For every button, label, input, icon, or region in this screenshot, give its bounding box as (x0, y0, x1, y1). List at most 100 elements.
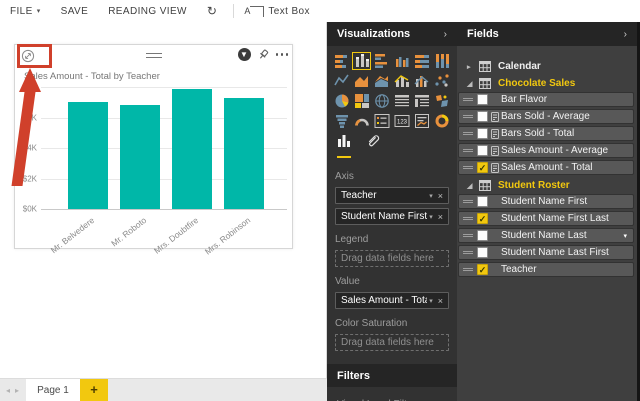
table-row-student-roster[interactable]: ◢Student Roster (457, 177, 637, 194)
field-checkbox[interactable] (477, 230, 488, 241)
drag-handle-icon[interactable] (463, 232, 473, 239)
line-stacked-column-chart-icon[interactable] (392, 72, 411, 90)
chevron-down-icon[interactable]: ▾ (429, 213, 433, 221)
field-row-bar-flavor[interactable]: Bar Flavor (458, 92, 634, 107)
scatter-chart-icon[interactable] (433, 72, 452, 90)
field-checkbox[interactable]: ✓ (477, 264, 488, 275)
drop-zone[interactable]: Drag data fields here (335, 334, 449, 351)
column-100-chart-icon[interactable] (433, 52, 452, 70)
stacked-bar-chart-icon[interactable] (332, 52, 351, 70)
drag-handle-icon[interactable] (463, 147, 473, 154)
remove-field-icon[interactable]: × (438, 191, 443, 201)
add-page-button[interactable]: + (80, 379, 108, 401)
field-checkbox[interactable] (477, 247, 488, 258)
tab-fields[interactable] (337, 134, 351, 158)
clustered-column-chart-icon[interactable] (392, 52, 411, 70)
drag-handle-icon[interactable] (463, 215, 473, 222)
more-options-icon[interactable] (276, 53, 289, 56)
gauge-chart-icon[interactable] (352, 112, 371, 130)
bar-Mrs. Robinson[interactable] (224, 98, 264, 209)
clustered-bar-chart-icon[interactable] (372, 52, 391, 70)
field-checkbox[interactable]: ✓ (477, 162, 488, 173)
chart-visual-card[interactable]: ▼ Sales Amount - Total by Teacher $0K$2K… (14, 44, 293, 249)
field-row-teacher[interactable]: ✓Teacher (458, 262, 634, 277)
drag-handle-icon[interactable] (463, 164, 473, 171)
drag-handle-icon[interactable] (463, 198, 473, 205)
funnel-chart-icon[interactable] (332, 112, 351, 130)
field-row-student-name-last[interactable]: Student Name Last▾ (458, 228, 634, 243)
drill-down-icon[interactable]: ▼ (238, 48, 251, 61)
text-box-button[interactable]: Text Box (240, 0, 320, 22)
refresh-button[interactable]: ↻ (197, 0, 227, 22)
file-menu[interactable]: FILE ▾ (0, 0, 51, 22)
drag-handle-icon[interactable] (463, 96, 473, 103)
line-chart-icon[interactable] (332, 72, 351, 90)
chevron-down-icon[interactable]: ▾ (429, 297, 433, 305)
drag-handle-icon[interactable] (463, 249, 473, 256)
field-row-bars-sold---average[interactable]: Bars Sold - Average (458, 109, 634, 124)
treemap-chart-icon[interactable] (352, 92, 371, 110)
multi-row-card-chart-icon[interactable] (372, 112, 391, 130)
y-axis-tick: $8K (23, 83, 37, 92)
bar-Mr. Belvedere[interactable] (68, 102, 108, 209)
drag-handle-icon[interactable] (463, 266, 473, 273)
area-chart-icon[interactable] (352, 72, 371, 90)
field-checkbox[interactable] (477, 128, 488, 139)
field-row-student-name-last-first[interactable]: Student Name Last First (458, 245, 634, 260)
tab-format[interactable] (365, 132, 381, 158)
expand-caret-icon[interactable]: ◢ (467, 80, 479, 88)
bar-Mrs. Doubtfire[interactable] (172, 89, 212, 209)
drop-zone[interactable]: Drag data fields here (335, 250, 449, 267)
table-row-chocolate-sales[interactable]: ◢Chocolate Sales (457, 75, 637, 92)
field-checkbox[interactable] (477, 145, 488, 156)
field-checkbox[interactable] (477, 196, 488, 207)
field-pill[interactable]: Teacher▾× (335, 187, 449, 204)
line-clustered-column-chart-icon[interactable] (413, 72, 432, 90)
field-checkbox[interactable] (477, 94, 488, 105)
field-dropdown-icon[interactable]: ▾ (623, 232, 627, 240)
field-row-bars-sold---total[interactable]: Bars Sold - Total (458, 126, 634, 141)
field-checkbox[interactable] (477, 111, 488, 122)
field-row-student-name-first-last[interactable]: ✓Student Name First Last (458, 211, 634, 226)
map-chart-icon[interactable] (372, 92, 391, 110)
collapse-caret-icon[interactable]: ▸ (467, 63, 479, 71)
matrix-chart-icon[interactable] (413, 92, 432, 110)
collapse-fields-icon[interactable]: › (624, 29, 627, 40)
stacked-area-chart-icon[interactable] (372, 72, 391, 90)
table-row-calendar[interactable]: ▸Calendar (457, 58, 637, 75)
field-pill[interactable]: Student Name First Last▾× (335, 208, 449, 225)
table-icon (479, 61, 491, 72)
drag-handle-icon[interactable] (463, 130, 473, 137)
field-row-sales-amount---average[interactable]: Sales Amount - Average (458, 143, 634, 158)
report-canvas[interactable]: ▼ Sales Amount - Total by Teacher $0K$2K… (0, 22, 327, 401)
expand-caret-icon[interactable]: ◢ (467, 182, 479, 190)
bar-100-chart-icon[interactable] (413, 52, 432, 70)
page-tab-1[interactable]: Page 1 (26, 379, 80, 401)
measure-icon (491, 146, 499, 156)
reading-view-button[interactable]: READING VIEW (98, 0, 197, 22)
kpi-chart-icon[interactable] (413, 112, 432, 130)
field-row-sales-amount---total[interactable]: ✓Sales Amount - Total (458, 160, 634, 175)
card-chart-icon[interactable]: 123 (392, 112, 411, 130)
bar-Mr. Roboto[interactable] (120, 105, 160, 209)
collapse-panel-icon[interactable]: › (444, 29, 447, 40)
field-checkbox[interactable]: ✓ (477, 213, 488, 224)
page-prev-icon[interactable]: ◂ (6, 386, 10, 395)
donut-chart-icon[interactable] (433, 112, 452, 130)
filled-map-chart-icon[interactable] (433, 92, 452, 110)
field-pill[interactable]: Sales Amount - Total▾× (335, 292, 449, 309)
measure-icon (491, 112, 499, 122)
field-wells-icon (337, 134, 351, 147)
pie-chart-icon[interactable] (332, 92, 351, 110)
field-row-student-name-first[interactable]: Student Name First (458, 194, 634, 209)
remove-field-icon[interactable]: × (438, 212, 443, 222)
chevron-down-icon[interactable]: ▾ (429, 192, 433, 200)
remove-field-icon[interactable]: × (438, 296, 443, 306)
pin-icon[interactable] (257, 48, 270, 61)
table-chart-icon[interactable] (392, 92, 411, 110)
drag-handle-icon[interactable] (146, 53, 162, 60)
stacked-column-chart-icon[interactable] (352, 52, 371, 70)
save-button[interactable]: SAVE (51, 0, 99, 22)
drag-handle-icon[interactable] (463, 113, 473, 120)
page-next-icon[interactable]: ▸ (15, 386, 19, 395)
